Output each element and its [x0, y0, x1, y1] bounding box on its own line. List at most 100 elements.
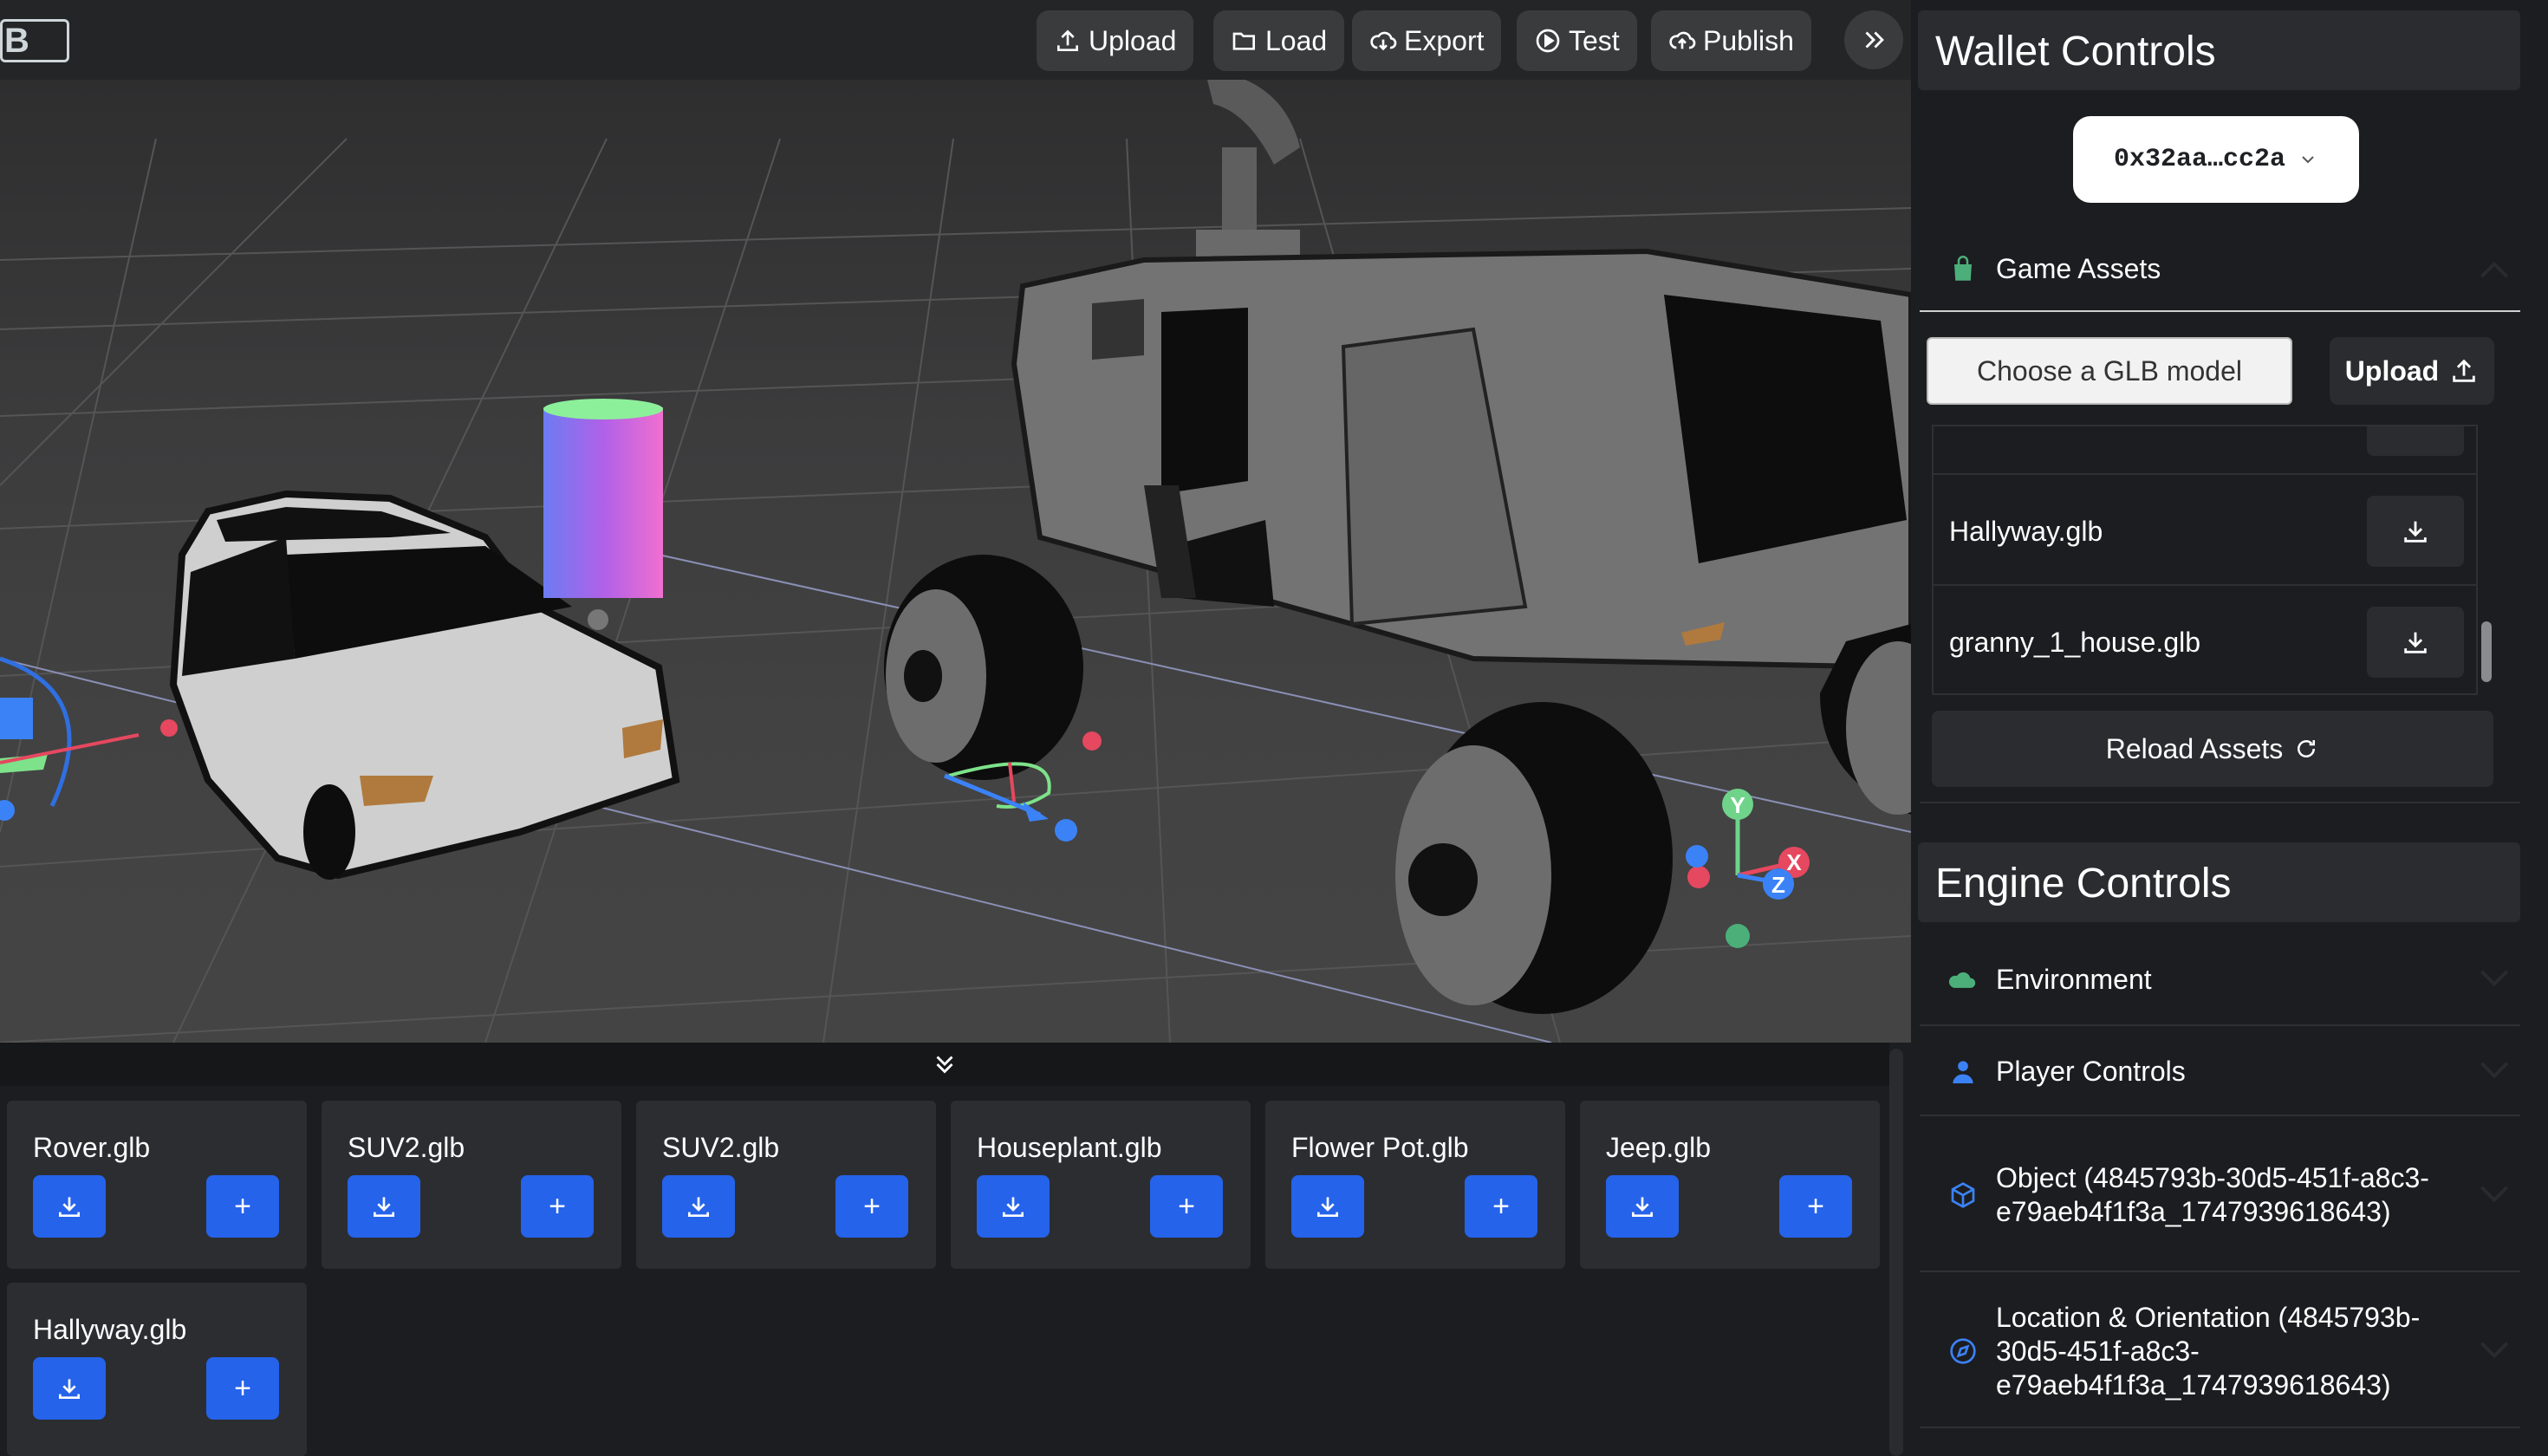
- cloud-download-icon: [1370, 31, 1397, 51]
- asset-card-name: SUV2.glb: [348, 1132, 465, 1163]
- chevron-down-icon: [2480, 970, 2508, 987]
- add-to-scene-button[interactable]: +: [521, 1175, 594, 1238]
- add-to-scene-button[interactable]: +: [1779, 1175, 1852, 1238]
- download-icon: [2404, 521, 2427, 543]
- download-asset-button[interactable]: [2367, 426, 2464, 456]
- plus-icon: +: [863, 1189, 881, 1223]
- download-asset-button[interactable]: [2367, 496, 2464, 567]
- axis-gizmo[interactable]: Y X Z: [1664, 780, 1820, 953]
- reload-assets-button[interactable]: Reload Assets: [1932, 711, 2493, 787]
- tray-scrollbar[interactable]: [1889, 1049, 1903, 1456]
- axis-y-label: Y: [1730, 792, 1745, 818]
- refresh-icon: [2298, 740, 2316, 757]
- chevron-up-icon: [2480, 261, 2508, 278]
- publish-button-label: Publish: [1703, 24, 1794, 56]
- object-accordion[interactable]: Object (4845793b-30d5-451f-a8c3-e79aeb4f…: [1911, 1142, 2513, 1248]
- test-button[interactable]: Test: [1517, 10, 1637, 71]
- accordion-divider: [1920, 1271, 2520, 1272]
- panel-scroll-track: [2533, 0, 2545, 1456]
- download-icon: [1317, 1197, 1338, 1217]
- upload-glb-label: Upload: [2344, 354, 2440, 387]
- engine-controls-header: Engine Controls: [1918, 842, 2520, 922]
- asset-card: SUV2.glb +: [636, 1101, 936, 1269]
- user-icon: [1953, 1061, 1973, 1083]
- plus-icon: +: [1807, 1189, 1824, 1223]
- asset-card-name: Hallyway.glb: [33, 1314, 187, 1345]
- environment-label: Environment: [1996, 963, 2152, 995]
- reload-assets-label: Reload Assets: [2105, 732, 2284, 764]
- download-asset-button[interactable]: [662, 1175, 735, 1238]
- collapse-panel-button[interactable]: [1844, 10, 1903, 69]
- test-button-label: Test: [1569, 24, 1620, 56]
- add-to-scene-button[interactable]: +: [206, 1357, 279, 1420]
- plus-icon: +: [549, 1189, 566, 1223]
- asset-card: Jeep.glb +: [1580, 1101, 1880, 1269]
- download-asset-button[interactable]: [1291, 1175, 1364, 1238]
- game-assets-list[interactable]: Hallyway.glb granny_1_house.glb: [1932, 425, 2478, 695]
- cloud-icon: [1948, 972, 1976, 988]
- add-to-scene-button[interactable]: +: [835, 1175, 908, 1238]
- download-icon: [59, 1379, 80, 1399]
- load-button[interactable]: Load: [1213, 10, 1345, 71]
- download-asset-button[interactable]: [348, 1175, 420, 1238]
- export-button[interactable]: Export: [1352, 10, 1502, 71]
- upload-icon: [2453, 359, 2475, 382]
- axis-neg-x-handle[interactable]: [1687, 866, 1710, 888]
- upload-icon: [1057, 29, 1078, 51]
- glb-file-input[interactable]: Choose a GLB model: [1927, 337, 2292, 405]
- asset-card-name: SUV2.glb: [662, 1132, 780, 1163]
- scrollbar-thumb[interactable]: [2481, 621, 2492, 682]
- asset-card: Flower Pot.glb +: [1265, 1101, 1565, 1269]
- download-asset-button[interactable]: [2367, 607, 2464, 678]
- download-asset-button[interactable]: [1606, 1175, 1679, 1238]
- compass-icon: [1950, 1338, 1976, 1364]
- asset-card-name: Flower Pot.glb: [1291, 1132, 1469, 1163]
- shopping-bag-icon: [1954, 256, 1972, 281]
- download-icon: [688, 1197, 709, 1217]
- top-toolbar: B Upload Load Export Test Publish: [0, 0, 1911, 80]
- download-asset-button[interactable]: [33, 1357, 106, 1420]
- location-orientation-accordion[interactable]: Location & Orientation (4845793b-30d5-45…: [1911, 1298, 2513, 1404]
- download-asset-button[interactable]: [977, 1175, 1050, 1238]
- asset-tray: Rover.glb + SUV2.glb + SUV2.glb + Housep…: [0, 1043, 1911, 1456]
- cube-icon: [1951, 1182, 1975, 1208]
- asset-card-name: Houseplant.glb: [977, 1132, 1162, 1163]
- player-controls-accordion[interactable]: Player Controls: [1911, 1045, 2513, 1097]
- plus-icon: +: [234, 1189, 251, 1223]
- asset-card-name: Rover.glb: [33, 1132, 151, 1163]
- upload-glb-button[interactable]: Upload: [2330, 337, 2494, 405]
- asset-card: Houseplant.glb +: [951, 1101, 1251, 1269]
- play-circle-icon: [1536, 29, 1560, 53]
- asset-list-scrollbar[interactable]: [2480, 426, 2495, 693]
- download-asset-button[interactable]: [33, 1175, 106, 1238]
- asset-card-name: Jeep.glb: [1606, 1132, 1711, 1163]
- plus-icon: +: [1492, 1189, 1510, 1223]
- add-to-scene-button[interactable]: +: [1465, 1175, 1537, 1238]
- add-to-scene-button[interactable]: +: [206, 1175, 279, 1238]
- download-icon: [2404, 632, 2427, 653]
- upload-button[interactable]: Upload: [1037, 10, 1194, 71]
- axis-neg-y-handle[interactable]: [1726, 924, 1750, 948]
- axis-neg-z-handle[interactable]: [1686, 845, 1708, 868]
- cloud-upload-icon: [1669, 31, 1696, 49]
- tray-collapse-handle[interactable]: [0, 1043, 1889, 1086]
- scene-render: [0, 69, 1911, 1043]
- download-icon: [1003, 1197, 1024, 1217]
- wallet-address: 0x32aa…cc2a: [2113, 145, 2286, 174]
- player-controls-label: Player Controls: [1996, 1055, 2186, 1087]
- wallet-address-dropdown[interactable]: 0x32aa…cc2a: [2073, 116, 2359, 203]
- game-assets-accordion[interactable]: Game Assets: [1911, 243, 2513, 295]
- publish-button[interactable]: Publish: [1651, 10, 1811, 71]
- list-item: [1934, 426, 2476, 475]
- export-button-label: Export: [1404, 24, 1485, 56]
- download-icon: [1632, 1197, 1653, 1217]
- scene-viewport[interactable]: Y X Z B Upload Load Export Test Publish: [0, 0, 1911, 1043]
- accordion-divider: [1920, 1115, 2520, 1116]
- right-panel: Wallet Controls 0x32aa…cc2a Game Assets …: [1911, 0, 2548, 1456]
- wallet-controls-header: Wallet Controls: [1918, 10, 2520, 90]
- environment-accordion[interactable]: Environment: [1911, 953, 2513, 1005]
- asset-name: Hallyway.glb: [1949, 516, 2103, 547]
- folder-open-icon: [1232, 32, 1255, 50]
- add-to-scene-button[interactable]: +: [1150, 1175, 1223, 1238]
- chevron-down-icon: [2480, 1062, 2508, 1079]
